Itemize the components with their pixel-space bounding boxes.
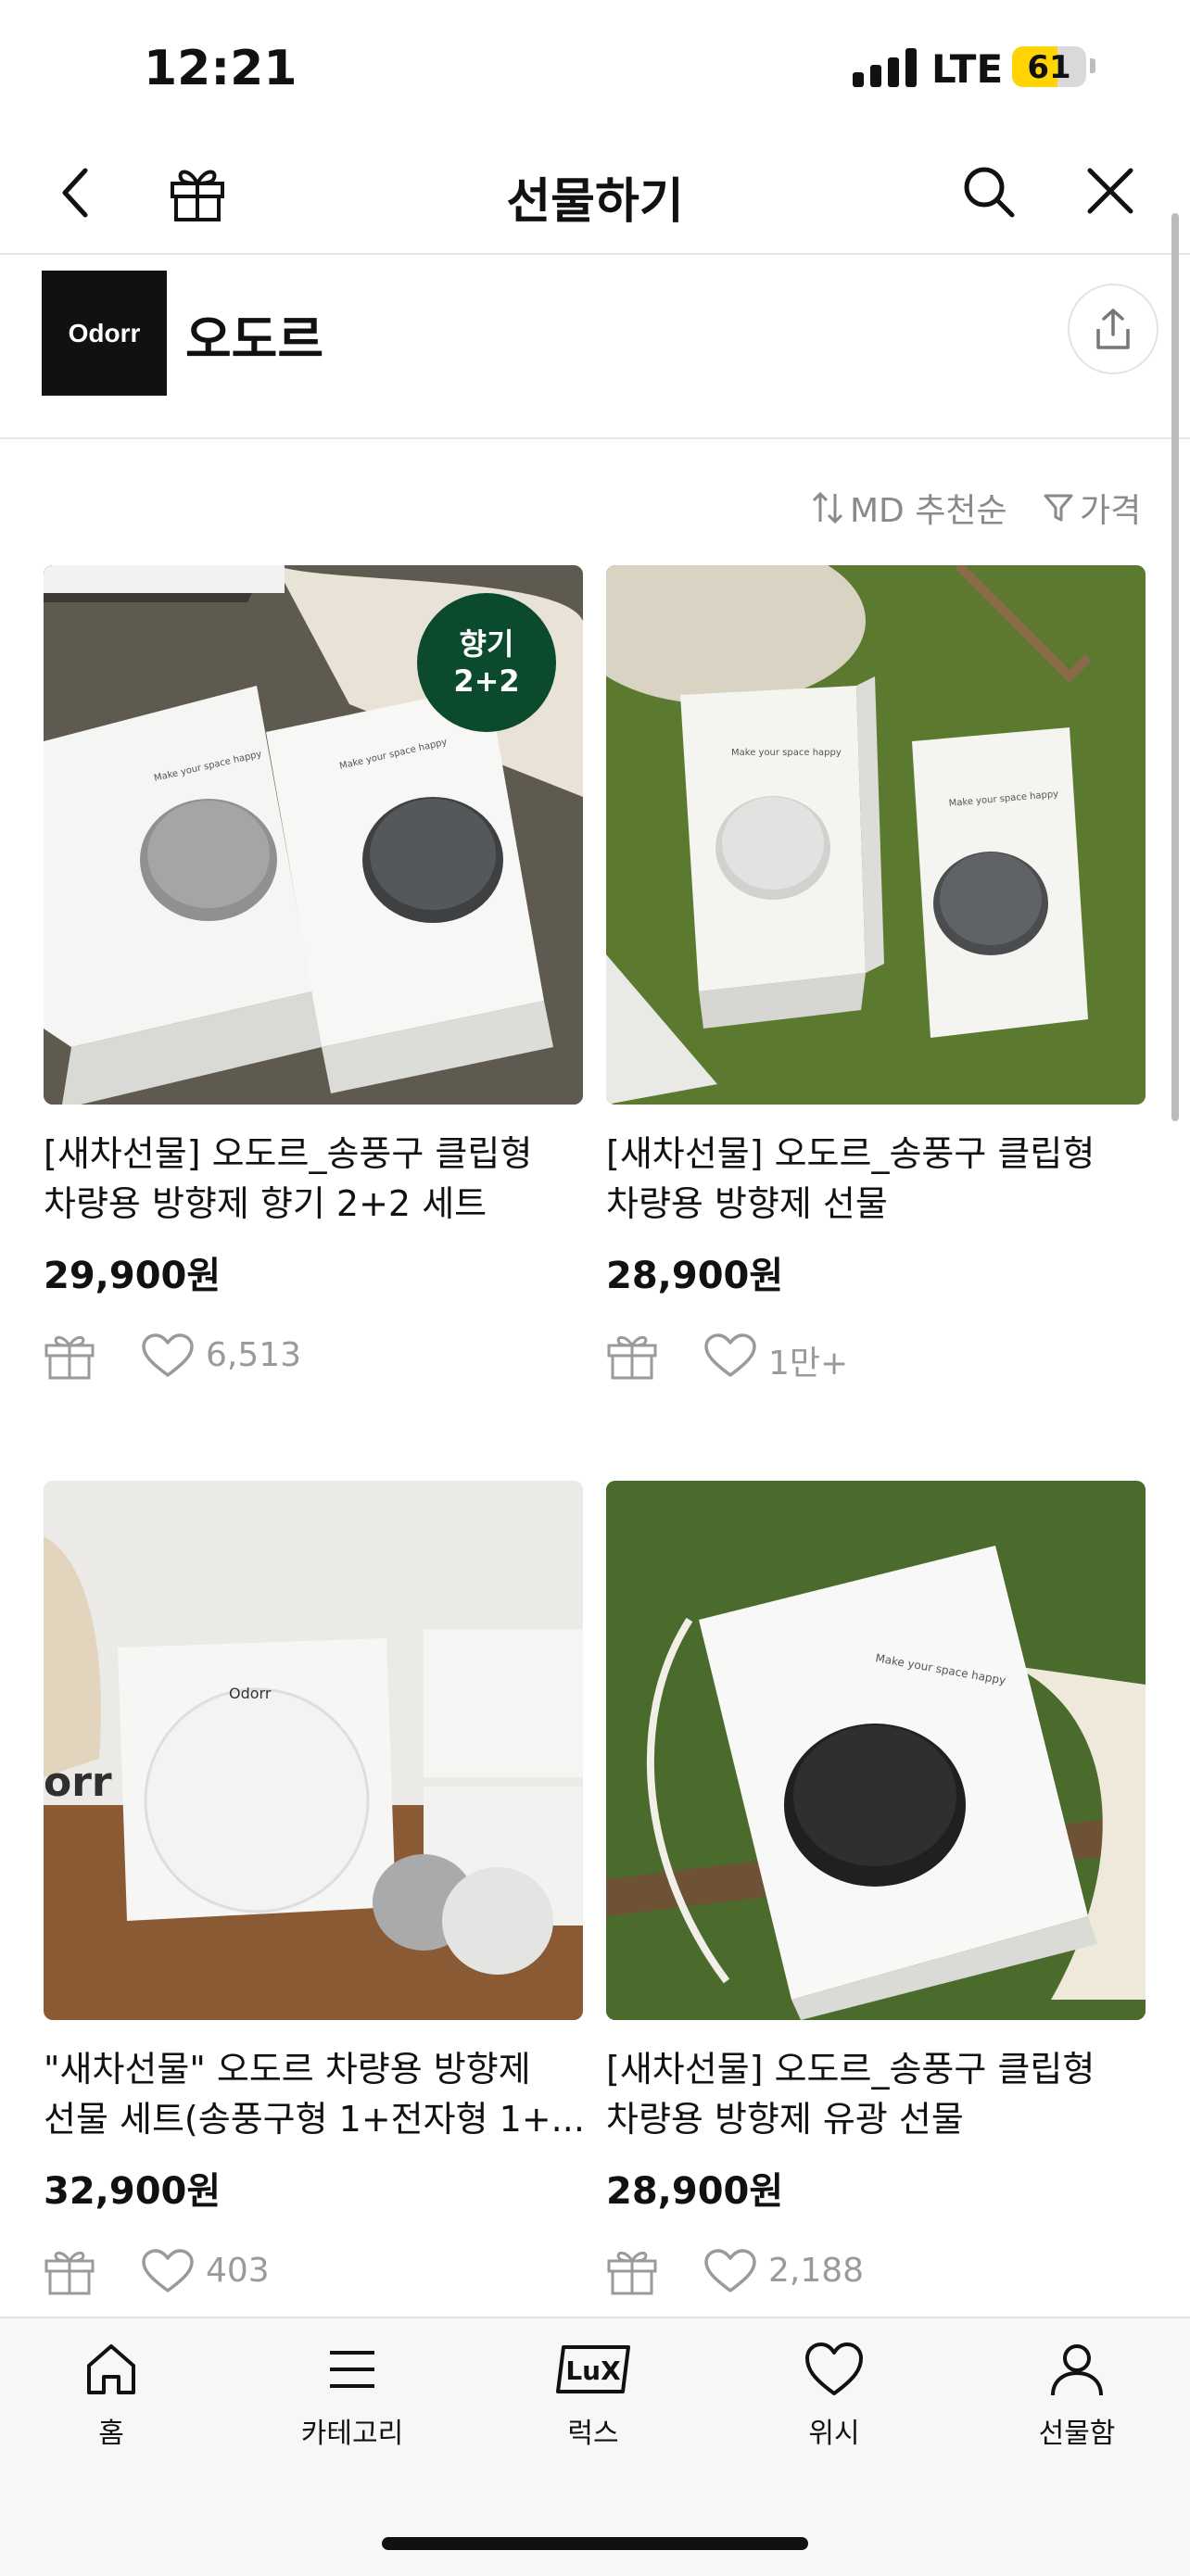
svg-text:orr: orr <box>44 1759 112 1806</box>
tab-lux[interactable]: LuX 럭스 <box>500 2340 686 2451</box>
tab-label: 럭스 <box>567 2418 619 2450</box>
promo-badge: 향기 2+2 <box>417 593 556 732</box>
product-title[interactable]: "새차선물" 오도르 차량용 방향제 선물 세트(송풍구형 1+전자형 1+..… <box>44 2044 586 2144</box>
header-divider <box>0 253 1190 255</box>
svg-text:Make your space happy: Make your space happy <box>731 748 842 758</box>
product-title[interactable]: [새차선물] 오도르_송풍구 클립형 차량용 방향제 선물 <box>606 1129 1148 1229</box>
tab-label: 카테고리 <box>300 2418 404 2450</box>
close-icon[interactable] <box>1084 165 1136 221</box>
product-title[interactable]: [새차선물] 오도르_송풍구 클립형 차량용 방향제 유광 선물 <box>606 2044 1148 2144</box>
product-price: 29,900원 <box>44 1255 222 1297</box>
product-image[interactable]: Make your space happy Make your space ha… <box>606 565 1146 1105</box>
heart-icon <box>142 2249 194 2292</box>
heart-icon <box>805 2342 863 2395</box>
brand-divider <box>0 437 1190 439</box>
like-count: 2,188 <box>768 2252 865 2290</box>
product-title-line1: "새차선물" 오도르 차량용 방향제 <box>44 2049 531 2090</box>
home-indicator <box>382 2537 808 2550</box>
product-price: 28,900원 <box>606 2170 784 2213</box>
filter-icon <box>1044 494 1073 522</box>
tab-label: 홈 <box>98 2418 124 2450</box>
product-title-line2: 차량용 방향제 유광 선물 <box>606 2099 964 2140</box>
product-price: 28,900원 <box>606 1255 784 1297</box>
heart-icon <box>704 1333 756 1377</box>
like-count: 6,513 <box>206 1336 302 1374</box>
search-icon[interactable] <box>960 163 1018 224</box>
wish-button[interactable] <box>703 1332 757 1383</box>
sort-label: MD 추천순 <box>850 492 1007 530</box>
sort-button[interactable]: MD 추천순 <box>811 484 1007 532</box>
brand-logo[interactable]: Odorr <box>42 271 167 396</box>
gift-button[interactable] <box>44 2248 95 2300</box>
menu-icon <box>330 2351 374 2388</box>
tab-label: 위시 <box>808 2418 860 2450</box>
heart-icon <box>142 1333 194 1377</box>
brand-name[interactable]: 오도르 <box>185 298 323 372</box>
sort-icon <box>812 491 843 524</box>
tab-giftbox[interactable]: 선물함 <box>984 2340 1170 2451</box>
gift-icon <box>44 1335 95 1380</box>
like-count: 1만+ <box>768 1345 849 1383</box>
product-title-line1: [새차선물] 오도르_송풍구 클립형 <box>606 1133 1095 1174</box>
tab-wish[interactable]: 위시 <box>741 2340 927 2451</box>
wish-button[interactable] <box>703 2248 757 2298</box>
product-image[interactable]: Make your space happy <box>606 1481 1146 2020</box>
gift-icon <box>607 1335 657 1380</box>
heart-icon <box>704 2249 756 2292</box>
badge-line1: 향기 <box>459 626 514 662</box>
person-icon <box>1051 2344 1103 2396</box>
scrollbar[interactable] <box>1171 213 1179 1121</box>
battery-icon: 61 <box>1012 46 1086 87</box>
price-filter-button[interactable]: 가격 <box>1043 484 1141 532</box>
gift-button[interactable] <box>44 1332 95 1384</box>
lux-icon: LuX <box>556 2345 630 2393</box>
product-price: 32,900원 <box>44 2170 222 2213</box>
status-time: 12:21 <box>144 41 298 96</box>
product-title-line2: 차량용 방향제 선물 <box>606 1183 888 1224</box>
gift-icon <box>607 2251 657 2295</box>
share-button[interactable] <box>1068 284 1158 374</box>
svg-text:LuX: LuX <box>565 2355 621 2386</box>
gift-button[interactable] <box>606 2248 658 2300</box>
gift-icon <box>44 2251 95 2295</box>
tab-label: 선물함 <box>1038 2418 1116 2450</box>
filter-label: 가격 <box>1080 492 1142 530</box>
tab-category[interactable]: 카테고리 <box>260 2340 445 2451</box>
tab-home[interactable]: 홈 <box>19 2340 204 2451</box>
network-label: LTE <box>931 46 1004 92</box>
like-count: 403 <box>206 2252 270 2290</box>
signal-icon <box>853 46 917 87</box>
product-title-line2: 차량용 방향제 향기 2+2 세트 <box>44 1183 487 1224</box>
product-title-line2: 선물 세트(송풍구형 1+전자형 1+... <box>44 2099 585 2140</box>
product-title-line1: [새차선물] 오도르_송풍구 클립형 <box>44 1133 533 1174</box>
home-icon <box>87 2344 135 2394</box>
battery-cap <box>1090 58 1095 73</box>
product-image[interactable]: Odorr orr <box>44 1481 583 2020</box>
badge-line2: 2+2 <box>453 663 520 699</box>
wish-button[interactable] <box>141 2248 195 2298</box>
product-title[interactable]: [새차선물] 오도르_송풍구 클립형 차량용 방향제 향기 2+2 세트 <box>44 1129 586 1229</box>
battery-level: 61 <box>1027 49 1071 86</box>
wish-button[interactable] <box>141 1332 195 1383</box>
svg-text:Odorr: Odorr <box>229 1685 272 1702</box>
share-icon <box>1096 309 1130 349</box>
product-title-line1: [새차선물] 오도르_송풍구 클립형 <box>606 2049 1095 2090</box>
gift-button[interactable] <box>606 1332 658 1384</box>
